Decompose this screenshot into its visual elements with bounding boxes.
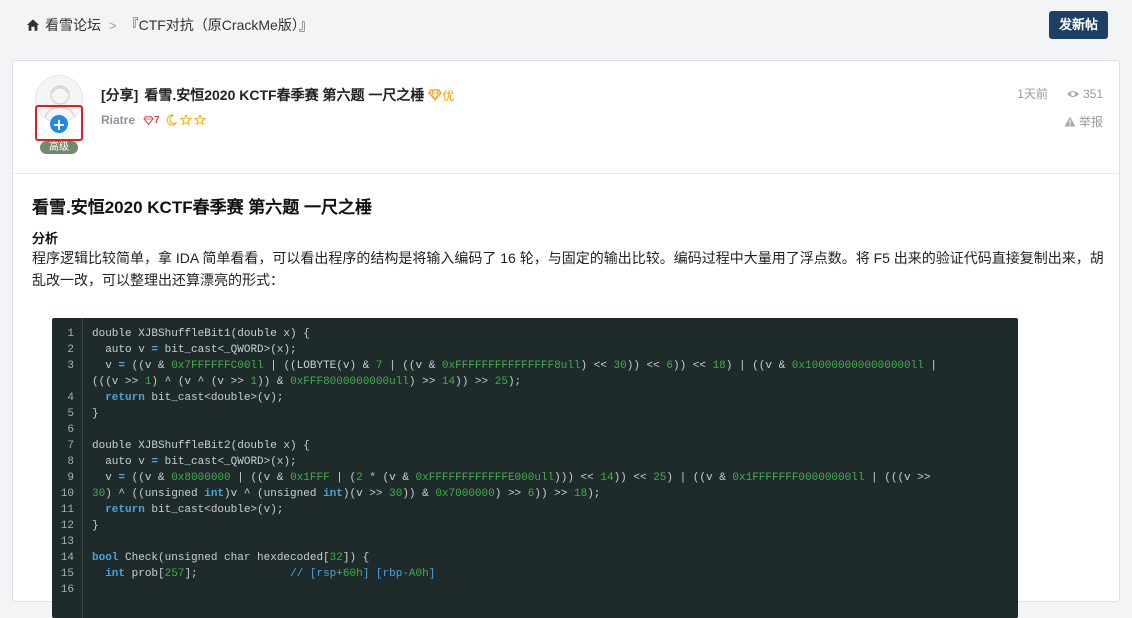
code-line: 12} [52,518,1018,534]
line-number: 4 [67,392,74,404]
report-label[interactable]: 举报 [1079,113,1103,130]
line-number: 2 [67,344,74,356]
post-card: + 高级 [分享] 看雪.安恒2020 KCTF春季赛 第六题 一尺之棰 优 R… [12,60,1120,618]
post-title: [分享] 看雪.安恒2020 KCTF春季赛 第六题 一尺之棰 优 [101,85,454,105]
line-number: 14 [60,552,74,564]
code-text: bool Check(unsigned char hexdecoded[32])… [92,552,370,564]
header-divider [13,173,1119,174]
section-heading: 分析 [32,231,59,246]
eye-icon [1066,90,1079,97]
moon-icon [166,114,177,126]
line-number: 9 [67,472,74,484]
code-line: 4 return bit_cast<double>(v); [52,390,1018,406]
level-badge: 高级 [40,141,78,154]
code-line: 15 int prob[257]; // [rsp+60h] [rbp-A0h] [52,566,1018,582]
line-number: 10 [60,488,74,500]
code-text: double XJBShuffleBit2(double x) { [92,440,310,452]
code-line: 10 30) ^ ((unsigned int)v ^ (unsigned int… [52,486,1018,502]
line-number: 13 [60,536,74,548]
code-block[interactable]: 1 double XJBShuffleBit1(double x) { 2 auto… [52,318,1018,618]
code-text: v = ((v & 0x8000000 | ((v & 0x1FFF | (2 … [92,472,931,484]
view-count: 351 [1066,87,1103,101]
star-icon [193,114,206,126]
code-text: 30) ^ ((unsigned int)v ^ (unsigned int)(… [92,488,601,500]
author-avatar-block: + 高级 [35,75,83,155]
content-paragraph: 程序逻辑比较简单，拿 IDA 简单看看，可以看出程序的结构是将输入编码了 16 … [32,250,1104,288]
author-row: Riatre 7 [101,113,206,127]
code-line: 1 double XJBShuffleBit1(double x) { [52,326,1018,342]
author-name[interactable]: Riatre [101,113,135,127]
breadcrumb: 看雪论坛 > 『CTF对抗（原CrackMe版）』 [26,15,313,35]
code-line: (((v >> 1) ^ (v ^ (v >> 1)) & 0xFFF80000… [52,374,1018,390]
view-count-value: 351 [1082,86,1103,101]
post-title-text[interactable]: 看雪.安恒2020 KCTF春季赛 第六题 一尺之棰 [144,85,424,105]
breadcrumb-section-link[interactable]: 『CTF对抗（原CrackMe版）』 [125,15,313,35]
code-line: 7 double XJBShuffleBit2(double x) { [52,438,1018,454]
quality-tag-label: 优 [442,88,455,103]
quality-tag: 优 [428,87,454,104]
rank-badge: 7 [143,115,160,126]
line-number: 16 [60,584,74,596]
code-text: return bit_cast<double>(v); [105,504,284,516]
line-number: 7 [67,440,74,452]
content-heading: 看雪.安恒2020 KCTF春季赛 第六题 一尺之棰 [32,198,373,217]
home-icon[interactable] [26,18,40,32]
line-number: 11 [60,504,74,516]
top-bar: 看雪论坛 > 『CTF对抗（原CrackMe版）』 发新帖 [0,0,1132,50]
code-line: 13 [52,534,1018,550]
line-number: 5 [67,408,74,420]
code-text: auto v = bit_cast<_QWORD>(x); [92,456,297,468]
diamond-icon [428,89,443,101]
rank-diamond-icon [143,115,154,125]
code-text: } [92,408,99,420]
line-number: 12 [60,520,74,532]
report-link[interactable]: 举报 [1064,113,1103,130]
star-icon [179,114,192,126]
new-post-button[interactable]: 发新帖 [1048,11,1108,39]
code-line: 3 v = ((v & 0x7FFFFFFC00ll | ((LOBYTE(v)… [52,358,1018,374]
line-number: 3 [67,360,74,372]
line-number: 1 [67,328,74,340]
rank-value: 7 [154,114,160,126]
breadcrumb-home-link[interactable]: 看雪论坛 [45,15,101,35]
code-text: auto v = bit_cast<_QWORD>(x); [92,344,297,356]
code-text: } [92,520,99,532]
code-line: 14 bool Check(unsigned char hexdecoded[32… [52,550,1018,566]
warning-icon [1064,116,1076,127]
code-line: 11 return bit_cast<double>(v); [52,502,1018,518]
code-text: (((v >> 1) ^ (v ^ (v >> 1)) & 0xFFF80000… [92,376,522,388]
code-line: 5} [52,406,1018,422]
post-prefix: [分享] [101,87,139,103]
line-number: 8 [67,456,74,468]
post-meta: 1天前 351 [1017,85,1103,102]
code-text: double XJBShuffleBit1(double x) { [92,328,310,340]
breadcrumb-separator: > [109,17,117,33]
follow-button[interactable]: + [50,115,68,133]
code-line: 16 [52,582,1018,598]
code-text: int prob[257]; // [rsp+60h] [rbp-A0h] [105,568,436,580]
line-number: 6 [67,424,74,436]
code-line: 6 [52,422,1018,438]
code-line: 2 auto v = bit_cast<_QWORD>(x); [52,342,1018,358]
code-text: v = ((v & 0x7FFFFFFC00ll | ((LOBYTE(v) &… [92,360,938,372]
code-line: 9 v = ((v & 0x8000000 | ((v & 0x1FFF | (… [52,470,1018,486]
code-text: return bit_cast<double>(v); [105,392,284,404]
line-number: 15 [60,568,74,580]
post-time: 1天前 [1017,87,1048,101]
code-line: 8 auto v = bit_cast<_QWORD>(x); [52,454,1018,470]
